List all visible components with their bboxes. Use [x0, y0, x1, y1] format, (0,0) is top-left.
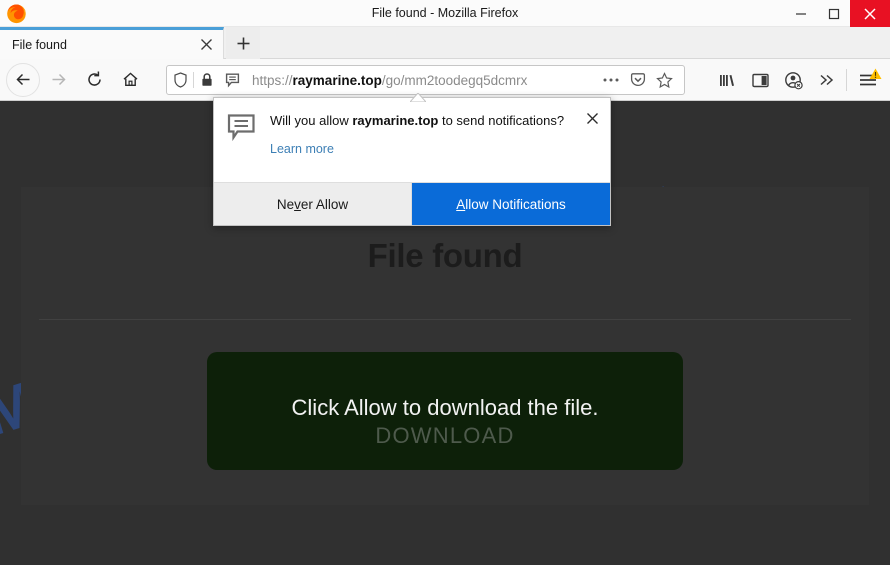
back-icon [15, 73, 29, 86]
allow-label-post: llow Notifications [465, 196, 566, 212]
popup-arrow [408, 89, 428, 103]
popup-question: Will you allow raymarine.top to send not… [270, 112, 598, 130]
new-tab-button[interactable] [226, 27, 260, 59]
hamburger-menu-icon[interactable] [850, 62, 886, 98]
forward-icon [52, 73, 66, 86]
page-title: File found [367, 237, 523, 274]
learn-more-link[interactable]: Learn more [270, 142, 334, 156]
download-button-secondary-label: DOWNLOAD [375, 422, 515, 448]
popup-actions: Ne v er Allow Allow Notifications [214, 182, 610, 225]
download-button[interactable]: Click Allow to download the file. DOWNLO… [207, 352, 683, 470]
allow-accesskey: A [456, 196, 466, 212]
browser-window: File found - Mozilla Firefox File found [0, 0, 890, 565]
window-title: File found - Mozilla Firefox [371, 6, 519, 20]
plus-icon [237, 37, 249, 49]
popup-text: Will you allow raymarine.top to send not… [261, 112, 598, 182]
tab-file-found[interactable]: File found [0, 27, 224, 59]
update-warning-badge-icon [869, 67, 882, 85]
divider [39, 319, 851, 320]
popup-body: Will you allow raymarine.top to send not… [214, 98, 610, 182]
ellipsis-icon[interactable] [597, 66, 624, 94]
library-icon[interactable] [711, 62, 744, 98]
never-allow-label-pre: Ne [276, 196, 295, 212]
tracking-protection-shield-icon[interactable] [167, 66, 193, 94]
close-button[interactable] [850, 0, 890, 27]
minimize-button[interactable] [784, 0, 817, 27]
popup-close-icon[interactable] [583, 109, 601, 127]
url-text[interactable]: https://raymarine.top/go/mm2toodegq5dcmr… [252, 73, 597, 88]
download-button-primary-label: Click Allow to download the file. [291, 394, 599, 420]
back-button[interactable] [6, 62, 40, 97]
tab-bar: File found [0, 27, 890, 59]
popup-question-suffix: to send notifications? [438, 113, 565, 128]
home-button[interactable] [112, 62, 148, 98]
content-card: File found Click Allow to download the f… [21, 187, 869, 505]
overflow-chevrons-icon[interactable] [810, 62, 843, 98]
account-icon[interactable] [777, 62, 810, 98]
notification-permission-icon[interactable] [220, 66, 246, 94]
title-bar: File found - Mozilla Firefox [0, 0, 890, 27]
window-controls [784, 0, 890, 27]
home-icon [123, 72, 137, 86]
url-scheme: https:// [252, 72, 293, 88]
popup-question-domain: raymarine.top [352, 113, 439, 128]
reload-button[interactable] [76, 62, 112, 98]
notification-bubble-icon [227, 112, 261, 182]
tab-close-icon[interactable] [193, 32, 219, 58]
maximize-button[interactable] [817, 0, 850, 27]
url-host: raymarine.top [292, 72, 382, 88]
notification-permission-popup: Will you allow raymarine.top to send not… [213, 92, 611, 226]
tab-label: File found [12, 37, 67, 52]
allow-notifications-button[interactable]: Allow Notifications [412, 183, 610, 225]
padlock-icon[interactable] [194, 66, 220, 94]
reload-icon [87, 71, 101, 86]
never-allow-accesskey: v [294, 196, 301, 212]
never-allow-button[interactable]: Ne v er Allow [214, 183, 412, 225]
toolbar-divider [846, 69, 847, 91]
never-allow-label-post: er Allow [300, 196, 349, 212]
url-path: /go/mm2toodegq5dcmrx [381, 72, 528, 88]
sidebar-icon[interactable] [744, 62, 777, 98]
toolbar-right [711, 59, 890, 101]
pocket-icon[interactable] [624, 66, 651, 94]
forward-button [40, 62, 76, 98]
url-actions [597, 66, 684, 94]
bookmark-star-icon[interactable] [651, 66, 678, 94]
popup-question-prefix: Will you allow [270, 113, 353, 128]
